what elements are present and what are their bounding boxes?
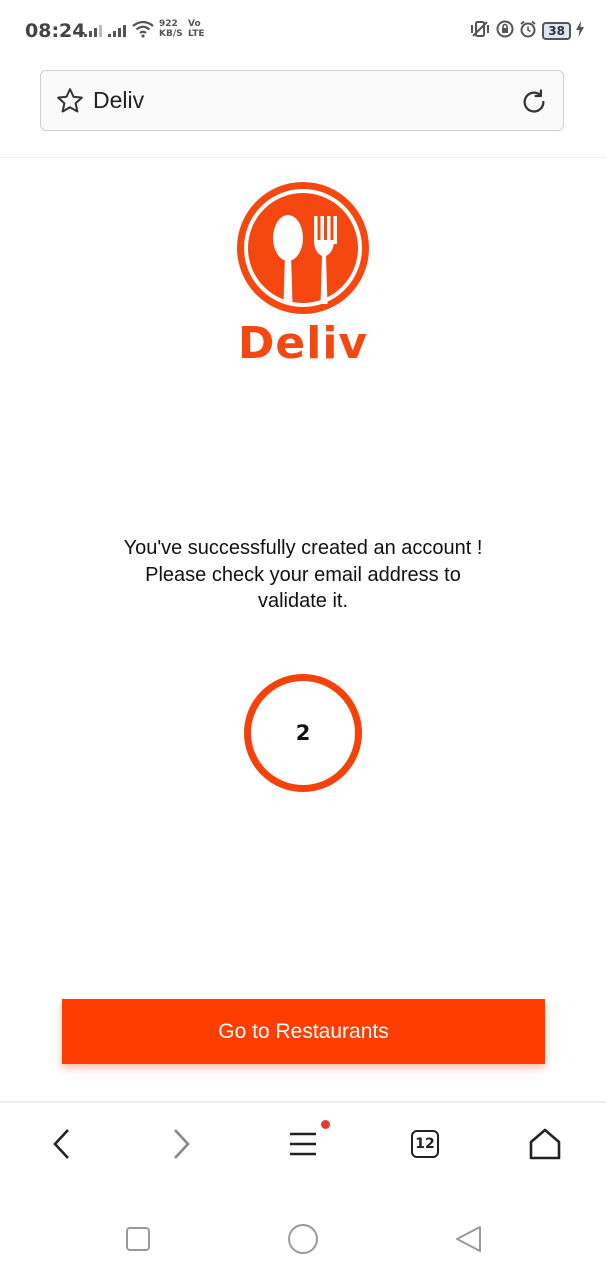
toolbar-divider (0, 1101, 606, 1103)
recents-icon[interactable] (121, 1222, 155, 1256)
alarm-icon (519, 20, 537, 42)
reload-icon[interactable] (519, 87, 549, 121)
vibrate-off-icon (469, 20, 491, 42)
top-divider (0, 157, 606, 158)
tabs-count: 12 (411, 1130, 439, 1158)
address-bar[interactable]: Deliv (40, 70, 564, 131)
logo-wordmark: Deliv (237, 318, 369, 369)
charging-icon (576, 21, 584, 41)
deliv-logo-icon (236, 182, 370, 318)
success-line: You've successfully created an account ! (123, 537, 483, 559)
wifi-icon (131, 20, 155, 42)
redirect-countdown: 2 (244, 674, 362, 792)
battery-indicator: 38 (542, 22, 571, 40)
go-to-restaurants-button[interactable]: Go to Restaurants (62, 999, 545, 1064)
forward-icon[interactable] (161, 1124, 201, 1164)
tabs-icon[interactable]: 12 (405, 1124, 445, 1164)
site-title: Deliv (93, 87, 145, 113)
success-message: You've successfully created an account !… (110, 535, 496, 615)
status-bar: 08:24 922 KB/S Vo LTE 38 (0, 0, 606, 62)
lock-rotation-icon (496, 20, 514, 42)
menu-icon[interactable] (283, 1120, 330, 1164)
signal-1-icon (84, 23, 102, 37)
status-right-group: 38 (469, 20, 584, 42)
home-icon[interactable] (525, 1124, 565, 1164)
bookmark-star-icon[interactable] (55, 86, 85, 120)
home-circle-icon[interactable] (286, 1222, 320, 1256)
network-speed: 922 KB/S (159, 19, 183, 39)
back-icon[interactable] (42, 1124, 82, 1164)
status-time: 08:24 (25, 20, 86, 42)
signal-2-icon (108, 23, 126, 37)
notification-dot (321, 1120, 330, 1129)
instruction-line: Please check your email address to valid… (145, 563, 461, 613)
volte-indicator: Vo LTE (188, 19, 205, 39)
back-triangle-icon[interactable] (451, 1222, 485, 1256)
